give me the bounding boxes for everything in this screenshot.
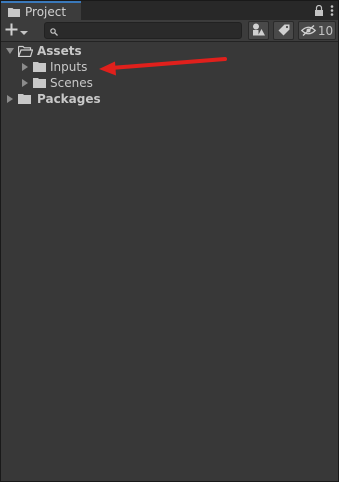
search-by-type-button[interactable] (248, 21, 269, 40)
search-by-label-button[interactable] (273, 21, 294, 40)
eye-hidden-icon (300, 21, 316, 40)
tree-item-inputs[interactable]: Inputs (1, 59, 338, 75)
expand-arrow-icon[interactable] (6, 48, 14, 54)
tree-item-label: Packages (37, 92, 101, 106)
search-field[interactable] (44, 22, 242, 39)
tree-item-scenes[interactable]: Scenes (1, 75, 338, 91)
tag-icon (278, 21, 290, 40)
folder-icon (33, 77, 46, 91)
tab-title: Project (25, 4, 67, 19)
expand-arrow-icon[interactable] (7, 95, 13, 103)
folder-icon (8, 2, 20, 21)
folder-icon (18, 93, 31, 107)
hidden-packages-count: 10 (317, 23, 334, 38)
tree-item-packages[interactable]: Packages (1, 91, 338, 107)
more-options-icon[interactable] (330, 1, 334, 20)
shapes-icon (252, 21, 265, 40)
expand-arrow-icon[interactable] (22, 79, 28, 87)
tree-item-label: Assets (37, 44, 82, 58)
search-icon (50, 21, 58, 40)
plus-icon (5, 21, 18, 40)
project-window: Project 10 Assets Inputs Scenes Packages (0, 0, 339, 482)
project-toolbar: 10 (1, 20, 338, 42)
tree-item-label: Inputs (50, 60, 88, 74)
tree-item-label: Scenes (50, 76, 93, 90)
project-tree: Assets Inputs Scenes Packages (1, 43, 338, 107)
chevron-down-icon (20, 21, 28, 40)
toggle-hidden-packages-button[interactable]: 10 (298, 21, 336, 40)
expand-arrow-icon[interactable] (22, 63, 28, 71)
tab-project[interactable]: Project (1, 1, 81, 20)
tree-item-assets[interactable]: Assets (1, 43, 338, 59)
search-input[interactable] (62, 24, 232, 37)
create-button[interactable] (5, 22, 35, 39)
tab-strip: Project (1, 1, 338, 20)
lock-icon[interactable] (314, 1, 324, 20)
folder-open-icon (17, 45, 34, 60)
folder-icon (33, 61, 46, 75)
